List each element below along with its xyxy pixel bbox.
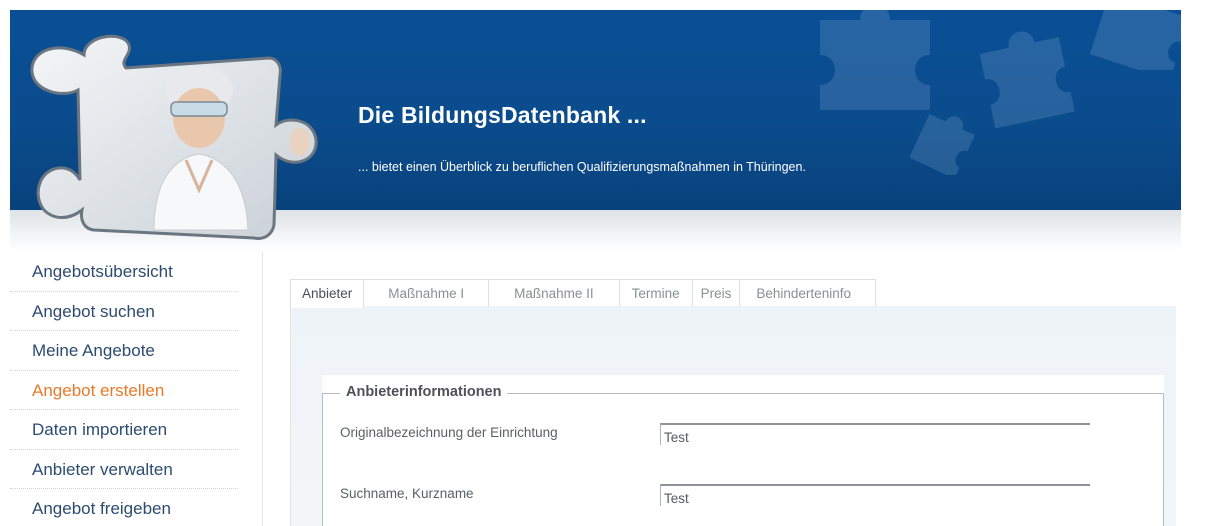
tab-anbieter[interactable]: Anbieter [290, 279, 365, 308]
puzzle-piece-icon [1090, 10, 1181, 70]
puzzle-piece-icon [910, 114, 975, 175]
sidebar-item-angebot-freigeben[interactable]: Angebot freigeben [10, 489, 238, 526]
originalbezeichnung-input[interactable] [660, 423, 1090, 445]
tab-bar: Anbieter Maßnahme I Maßnahme II Termine … [290, 279, 876, 308]
suchname-input[interactable] [660, 484, 1090, 506]
puzzle-piece-icon [979, 31, 1075, 129]
puzzle-piece-photo-icon [30, 34, 318, 240]
sidebar-item-anbieter-verwalten[interactable]: Anbieter verwalten [10, 450, 238, 489]
sidebar-item-angebotsuebersicht[interactable]: Angebotsübersicht [10, 252, 238, 292]
tab-behinderteninfo[interactable]: Behinderteninfo [739, 279, 876, 307]
tab-massnahme-1[interactable]: Maßnahme I [363, 279, 490, 307]
tab-preis[interactable]: Preis [691, 279, 741, 307]
sidebar-item-meine-angebote[interactable]: Meine Angebote [10, 331, 238, 371]
site-title: Die BildungsDatenbank ... [358, 102, 647, 128]
field-label-originalbezeichnung: Originalbezeichnung der Einrichtung [340, 425, 558, 440]
fieldset-legend: Anbieterinformationen [340, 384, 508, 400]
sidebar-item-daten-importieren[interactable]: Daten importieren [10, 410, 238, 450]
tab-termine[interactable]: Termine [618, 279, 693, 307]
sidebar-nav: Angebotsübersicht Angebot suchen Meine A… [10, 252, 238, 526]
sidebar-divider [262, 252, 263, 526]
site-subtitle: ... bietet einen Überblick zu berufliche… [358, 160, 806, 174]
puzzle-piece-icon [820, 10, 930, 110]
sidebar-item-angebot-suchen[interactable]: Angebot suchen [10, 292, 238, 331]
tab-massnahme-2[interactable]: Maßnahme II [488, 279, 620, 307]
field-label-suchname: Suchname, Kurzname [340, 486, 474, 501]
anbieter-fieldset [322, 393, 1164, 526]
sidebar-item-angebot-erstellen[interactable]: Angebot erstellen [10, 371, 238, 410]
